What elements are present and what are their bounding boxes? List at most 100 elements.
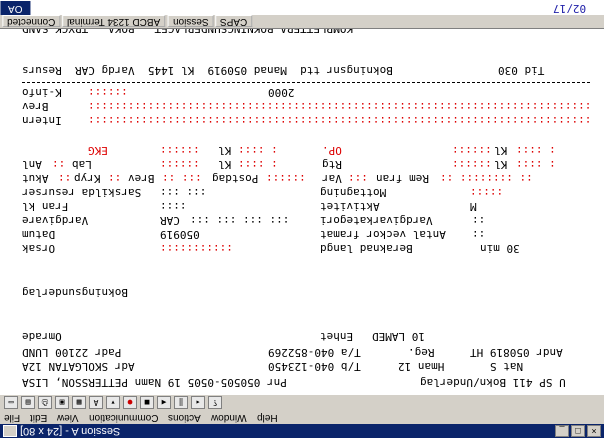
brev-label: Brev (22, 100, 49, 113)
menu-view[interactable]: View (57, 412, 79, 423)
postdag-field[interactable]: :::::: (266, 171, 306, 185)
status-terminal: ABCD 1234 Terminal (62, 15, 166, 27)
akut-label: Akut (22, 172, 49, 185)
intern-label: Intern (22, 114, 62, 127)
antal-veckor-field[interactable]: :: (472, 227, 485, 241)
kryp-field[interactable]: :: (108, 171, 121, 185)
kinfo-field[interactable]: :::::: (88, 85, 128, 99)
ekg-field[interactable]: :::::: (160, 143, 200, 157)
minimize-button[interactable]: _ (555, 425, 569, 437)
patient-postal-address: Padr 22100 LUND (22, 346, 122, 359)
help-icon[interactable]: ? (208, 396, 222, 410)
sarskilda-resurser-label: Sarskilda resurser (22, 186, 142, 199)
ekg-label: EKG (88, 144, 108, 157)
font-icon[interactable]: A (89, 396, 103, 410)
var-field[interactable]: ::: (348, 171, 368, 185)
orsak-field[interactable]: ::::::::::: (160, 241, 233, 255)
antal-veckor-label: Antal veckor framat (320, 228, 446, 241)
vardgivare-extra-field[interactable]: ::: ::: ::: ::: (190, 213, 289, 227)
enhet-value: 10 LAMED (372, 330, 425, 343)
brev-small-label: Brev (128, 172, 155, 185)
window-title: Session A - [24 x 80] (20, 425, 121, 437)
patient-pnr: Pnr 050505-0505 19 Namn PETTERSSON, LISA (22, 376, 287, 389)
menu-edit[interactable]: Edit (30, 412, 47, 423)
stop-icon[interactable]: ■ (140, 396, 154, 410)
patient-hman: Hman 12 (398, 360, 445, 373)
lab-label: Lab (72, 158, 92, 171)
beraknad-value: 30 min (480, 242, 520, 255)
op-field[interactable]: :::::: (452, 143, 492, 157)
op-label: OP. (322, 144, 342, 157)
rem-fran-label: Rem fran (376, 172, 429, 185)
kryp-label: Kryp (74, 172, 101, 185)
kinfo-value: 2000 (268, 86, 295, 99)
rtg-kl-field[interactable]: :::: : (516, 157, 556, 171)
close-button[interactable]: × (587, 425, 601, 437)
emulator-window: Session A - [24 x 80] _ □ × File Edit Vi… (0, 0, 604, 438)
play-icon[interactable]: ▶ (157, 396, 171, 410)
rtg-field[interactable]: :::::: (452, 157, 492, 171)
patient-address: Adr SKOLGATAN 12A (22, 360, 135, 373)
receive-icon[interactable]: ▦ (72, 396, 86, 410)
rtg-kl-label: Kl (494, 158, 508, 171)
status-session: Session (167, 15, 214, 27)
vardgivarkategori-field[interactable]: :: (472, 213, 485, 227)
datum-value: 050919 (160, 228, 200, 241)
fran-kl-field[interactable]: :::: (160, 199, 187, 213)
menu-communication[interactable]: Communication (89, 412, 158, 423)
anl-label: Anl (22, 158, 42, 171)
patient-andr: Andr 050819 HT (470, 346, 563, 359)
menu-window[interactable]: Window (211, 412, 247, 423)
postdag-label: Postdag (212, 172, 259, 185)
sarskilda-resurser-field[interactable]: ::: ::: (160, 185, 206, 199)
pause-icon[interactable]: ‖ (174, 396, 188, 410)
vardgivarkategori-label: Vardgivarkategori (320, 214, 433, 227)
lab-kl-label: Kl (218, 158, 232, 171)
toolbar: ▭ ▤ ⎙ ▣ ▦ A ▾ ● ■ ▶ ‖ ▸ ? (0, 394, 604, 411)
menu-actions[interactable]: Actions (168, 412, 201, 423)
status-connected: Connected (2, 15, 61, 27)
enhet-label: Enhet (320, 330, 354, 343)
booking-time: Tid 030 (498, 64, 545, 77)
screen-ref: U SP 411 Bokn/Underlag (420, 376, 566, 389)
intern-field[interactable]: ::::::::::::::::::::::::::::::::::::::::… (88, 113, 591, 127)
omrade-label: Omrade (22, 330, 62, 343)
menu-file[interactable]: File (4, 412, 20, 423)
var-label: Var (322, 172, 342, 185)
vardgivare-value: CAR (160, 214, 180, 227)
status-caps: CAPS (215, 15, 253, 27)
brev-field[interactable]: ::::::::::::::::::::::::::::::::::::::::… (88, 99, 591, 113)
send-icon[interactable]: ▣ (55, 396, 69, 410)
lab-field[interactable]: :::::: (160, 157, 200, 171)
macro-icon[interactable]: ▸ (191, 396, 205, 410)
ekg-kl-field[interactable]: :::: : (238, 143, 278, 157)
color-icon[interactable]: ▾ (106, 396, 120, 410)
status-bar: Connected ABCD 1234 Terminal Session CAP… (0, 14, 604, 29)
brev-small-field[interactable]: :: ::: (162, 171, 202, 185)
copy-icon[interactable]: ▭ (4, 396, 18, 410)
record-icon[interactable]: ● (123, 396, 137, 410)
kinfo-label: K-info (22, 86, 62, 99)
patient-nat: Nat S (490, 360, 524, 373)
datum-label: Datum (22, 228, 56, 241)
maximize-button[interactable]: □ (571, 425, 585, 437)
ekg-kl-label: Kl (218, 144, 232, 157)
anl-field[interactable]: :: (52, 157, 65, 171)
akut-field[interactable]: :: (58, 171, 71, 185)
aktivitet-value: M (470, 200, 477, 213)
mottagning-field[interactable]: ::::: (470, 185, 503, 199)
menu-bar: File Edit View Communication Actions Win… (0, 411, 604, 424)
menu-help[interactable]: Help (257, 412, 278, 423)
paste-icon[interactable]: ▤ (21, 396, 35, 410)
rem-fran-field[interactable]: :: :::::::: :: (440, 171, 533, 185)
print-icon[interactable]: ⎙ (38, 396, 52, 410)
app-icon (3, 425, 17, 437)
patient-tel-b: T/b 040-123450 (268, 360, 361, 373)
mottagning-label: Mottagning (320, 186, 387, 199)
orsak-label: Orsak (22, 242, 56, 255)
title-bar: Session A - [24 x 80] _ □ × (0, 424, 604, 438)
terminal-screen[interactable]: Pnr 050505-0505 19 Namn PETTERSSON, LISA… (0, 22, 604, 395)
lab-kl-field[interactable]: :::: : (238, 157, 278, 171)
separator-line (22, 82, 590, 83)
op-kl-field[interactable]: :::: : (516, 143, 556, 157)
